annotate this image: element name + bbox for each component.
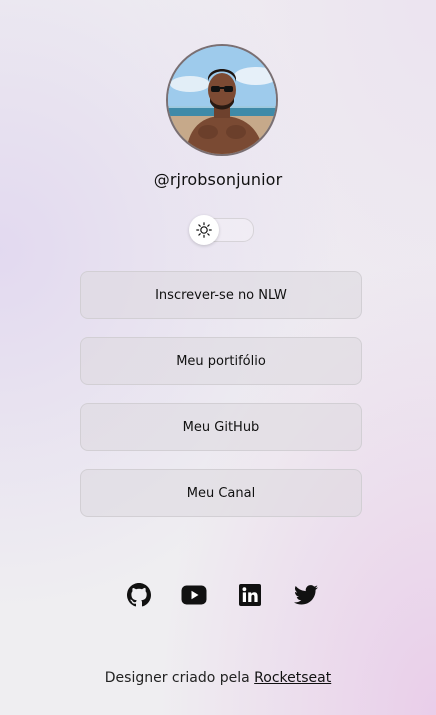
link-button-github[interactable]: Meu GitHub: [80, 403, 362, 451]
link-button-nlw[interactable]: Inscrever-se no NLW: [80, 271, 362, 319]
youtube-link[interactable]: [181, 582, 207, 608]
link-button-channel[interactable]: Meu Canal: [80, 469, 362, 517]
profile-username: @rjrobsonjunior: [153, 170, 283, 189]
profile-photo: [168, 46, 276, 154]
link-button-portfolio[interactable]: Meu portifólio: [80, 337, 362, 385]
linkedin-icon: [239, 584, 261, 606]
footer-rocketseat-link[interactable]: Rocketseat: [254, 670, 331, 686]
profile-avatar: [166, 44, 278, 156]
footer: Designer criado pela Rocketseat: [0, 670, 436, 686]
theme-toggle-knob[interactable]: [189, 215, 219, 245]
link-button-label: Meu GitHub: [182, 419, 260, 435]
link-button-label: Inscrever-se no NLW: [155, 287, 287, 303]
twitter-icon: [294, 585, 318, 605]
link-button-label: Meu Canal: [186, 485, 256, 501]
social-links: [126, 582, 322, 610]
youtube-icon: [181, 585, 207, 605]
github-link[interactable]: [126, 582, 152, 608]
theme-toggle[interactable]: [189, 215, 254, 245]
footer-text: Designer criado pela: [104, 670, 250, 686]
twitter-link[interactable]: [293, 582, 319, 608]
sun-icon: [196, 222, 212, 238]
linkedin-link[interactable]: [237, 582, 263, 608]
github-icon: [127, 583, 151, 607]
link-button-label: Meu portifólio: [176, 353, 266, 369]
